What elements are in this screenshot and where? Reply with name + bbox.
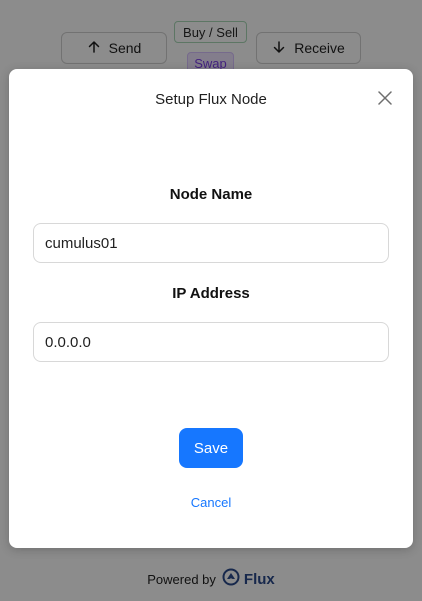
dialog-title: Setup Flux Node: [155, 91, 267, 108]
ip-address-input[interactable]: [33, 322, 389, 362]
close-icon[interactable]: [374, 87, 396, 109]
node-name-label: Node Name: [169, 186, 253, 203]
node-name-input[interactable]: [33, 223, 389, 263]
setup-node-dialog: Setup Flux Node Node Name IP Address Sav…: [9, 69, 413, 548]
save-button[interactable]: Save: [179, 428, 243, 468]
ip-address-label: IP Address: [172, 285, 250, 302]
cancel-link[interactable]: Cancel: [9, 495, 413, 510]
